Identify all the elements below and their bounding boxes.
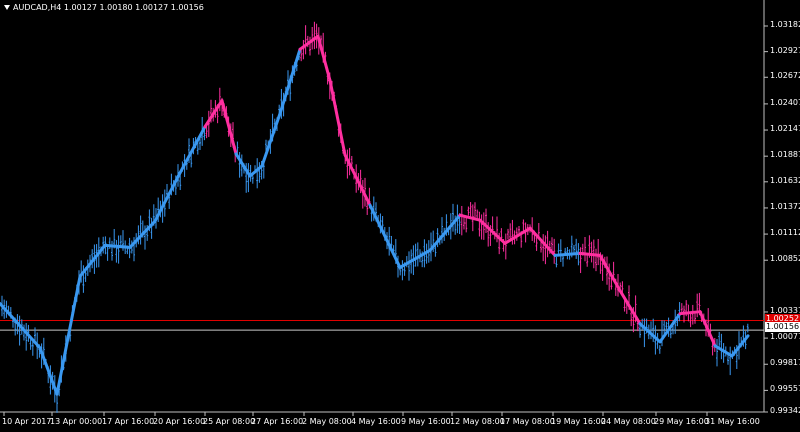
x-tick-label: 19 May 16:00 [551,417,606,426]
ma-line-segment [203,99,224,129]
ma-line-segment [153,171,182,223]
y-tick-label: 1.02927 [770,45,800,55]
x-tick-label: 31 May 16:00 [705,417,760,426]
x-tick-label: 12 May 08:00 [450,417,505,426]
x-tick-label: 2 May 08:00 [302,417,352,426]
y-tick-label: 1.01887 [770,150,800,160]
x-tick-label: 27 Apr 16:00 [251,417,304,426]
y-tick-label: 1.01112 [770,228,800,238]
symbol-label: AUDCAD,H4 [13,3,62,12]
ma-line-segment [678,310,702,316]
ma-line-segment [398,248,432,269]
ma-line-segment [553,251,582,257]
ma-line-segment [220,99,238,156]
bid-price-tag: 1.00156 [765,322,800,332]
y-tick-label: 1.01632 [770,175,800,185]
ma-line-segment [328,78,347,157]
chart-window[interactable]: AUDCAD,H4 1.00127 1.00180 1.00127 1.0015… [0,0,800,432]
x-tick-label: 17 May 08:00 [500,417,555,426]
y-tick-label: 1.02147 [770,124,800,134]
ma-line-segment [503,226,532,245]
ma-line-segment [38,346,59,396]
y-tick-label: 1.01372 [770,201,800,211]
ohlc-values: 1.00127 1.00180 1.00127 1.00156 [63,3,204,12]
ma-line-segment [528,226,557,257]
y-tick-label: 1.02407 [770,97,800,107]
ma-line-segment [260,112,282,168]
x-tick-label: 9 May 16:00 [401,417,451,426]
ma-line-segment [698,310,717,348]
ma-line-segment [658,312,682,344]
dropdown-triangle-icon[interactable] [4,5,10,10]
ma-line-segment [638,322,662,344]
y-tick-label: 0.99817 [770,358,800,368]
y-tick-label: 1.02672 [770,71,800,81]
symbol-header: AUDCAD,H4 1.00127 1.00180 1.00127 1.0015… [4,3,204,12]
ma-line-segment [278,47,302,116]
x-tick-label: 10 Apr 2017 [2,417,52,426]
ma-line-segment [298,34,320,51]
y-tick-label: 1.00077 [770,332,800,342]
x-tick-label: 24 May 08:00 [601,417,656,426]
price-chart[interactable] [0,0,800,432]
ma-line-segment [316,34,332,82]
y-tick-label: 0.99342 [770,406,800,415]
ma-line-segment [248,164,264,178]
ma-line-segment [103,243,132,249]
y-tick-label: 1.03182 [770,20,800,29]
x-tick-label: 17 Apr 16:00 [102,417,155,426]
x-tick-label: 25 Apr 08:00 [203,417,256,426]
ma-line-segment [55,274,82,396]
x-tick-label: 20 Apr 16:00 [153,417,206,426]
x-tick-label: 13 Apr 00:00 [50,417,103,426]
x-tick-label: 4 May 16:00 [351,417,401,426]
x-tick-label: 29 May 16:00 [654,417,709,426]
ma-line-segment [368,203,402,269]
y-tick-label: 0.99557 [770,384,800,394]
ma-line-segment [343,153,372,207]
ma-line-segment [578,251,602,257]
ma-line-segment [178,125,207,175]
y-tick-label: 1.00852 [770,254,800,264]
